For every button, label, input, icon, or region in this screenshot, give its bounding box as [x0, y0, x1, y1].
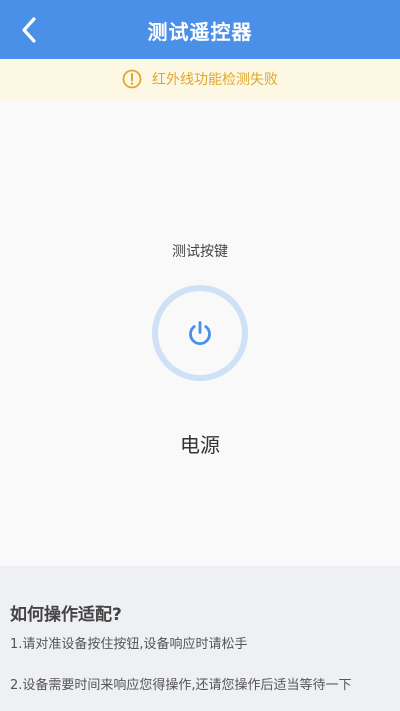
- page-title: 测试遥控器: [147, 20, 253, 44]
- test-key-label: 测试按键: [172, 244, 228, 260]
- warning-text: 红外线功能检测失败: [152, 72, 278, 88]
- power-icon: [189, 321, 211, 345]
- power-button[interactable]: [152, 285, 248, 381]
- warning-circle-icon: [122, 69, 142, 89]
- help-section: 如何操作适配? 1.请对准设备按住按钮,设备响应时请松手 2.设备需要时间来响应…: [0, 566, 400, 711]
- help-step: 1.请对准设备按住按钮,设备响应时请松手: [10, 637, 248, 652]
- warning-banner: 红外线功能检测失败: [0, 59, 400, 99]
- help-title: 如何操作适配?: [10, 605, 122, 625]
- app-header: 测试遥控器: [0, 0, 400, 59]
- power-button-label: 电源: [180, 433, 220, 457]
- power-button-inner: [158, 291, 242, 375]
- test-panel: 测试按键 电源: [0, 99, 400, 566]
- help-step: 2.设备需要时间来响应您得操作,还请您操作后适当等待一下: [10, 678, 352, 693]
